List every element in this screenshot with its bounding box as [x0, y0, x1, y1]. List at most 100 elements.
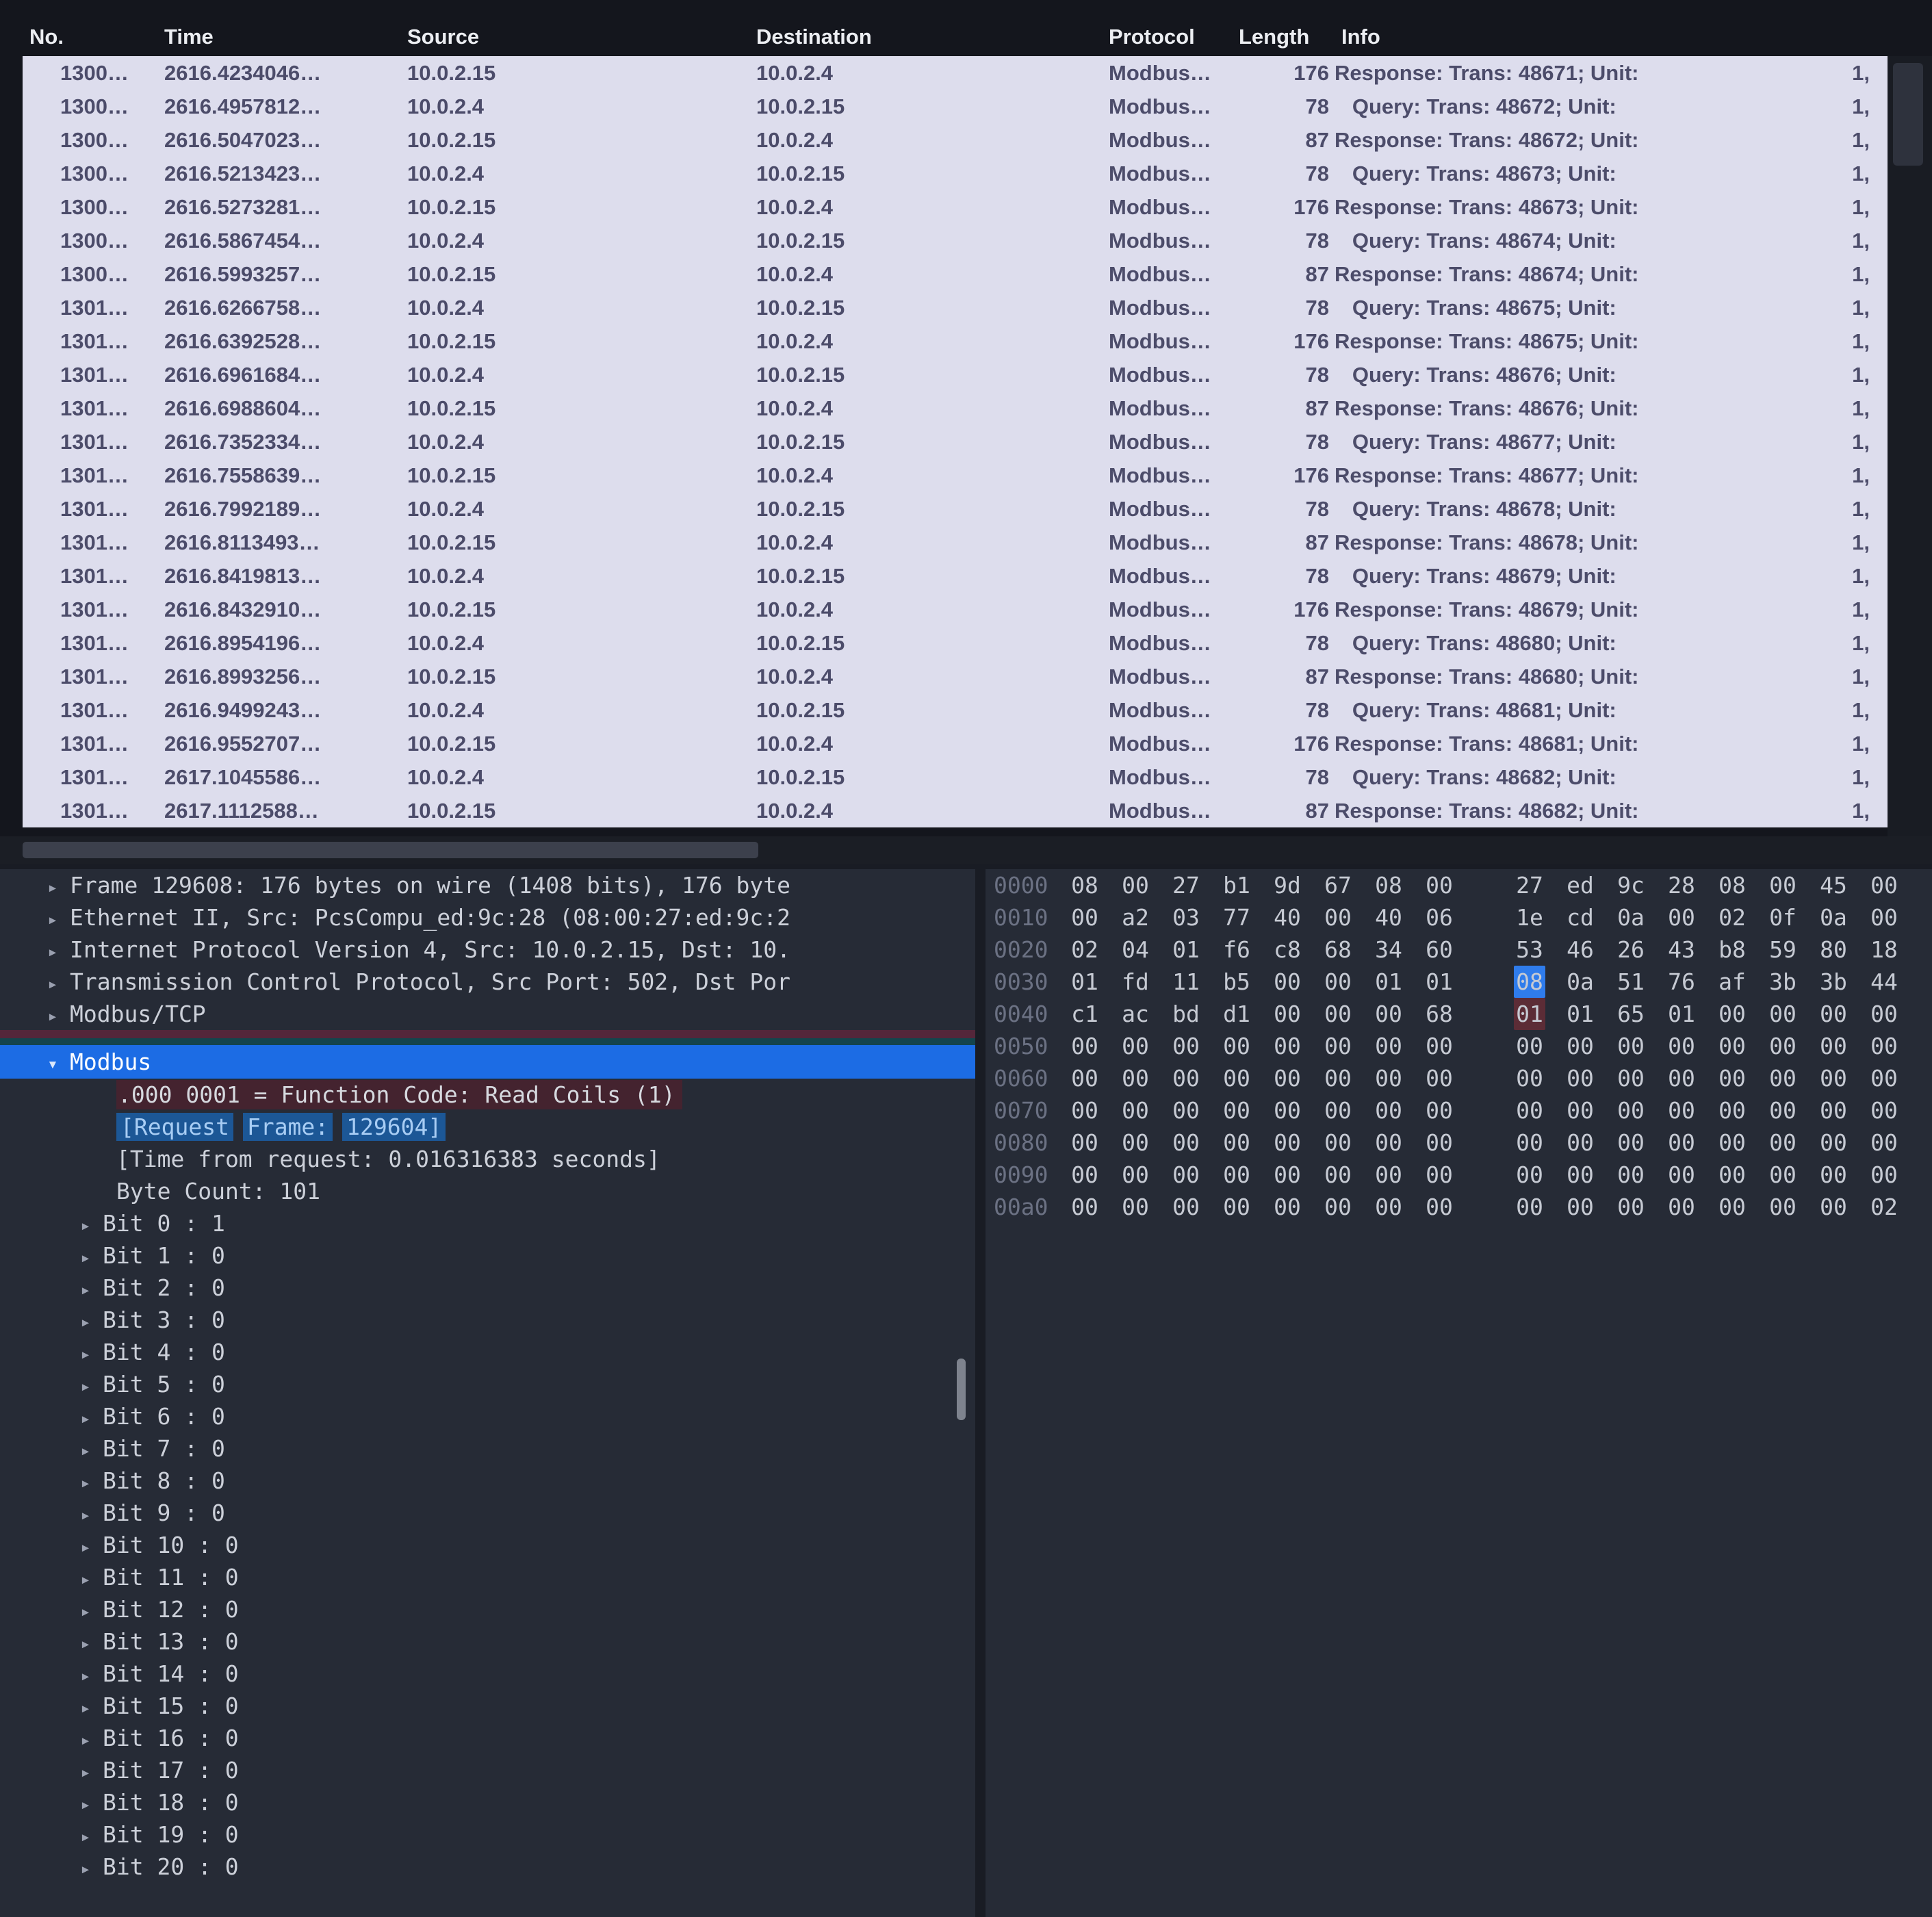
collapsed-arrow-icon[interactable]: ▸: [68, 1564, 103, 1593]
hex-byte[interactable]: 00: [1818, 1127, 1849, 1159]
packet-row[interactable]: 1300… 2616.5047023… 10.0.2.15 10.0.2.4 M…: [23, 123, 1888, 157]
packet-row[interactable]: 1301… 2616.8432910… 10.0.2.15 10.0.2.4 M…: [23, 593, 1888, 626]
hex-byte[interactable]: 00: [1170, 1030, 1202, 1062]
tree-row[interactable]: ▸Frame 129608: 176 bytes on wire (1408 b…: [0, 869, 975, 901]
hex-byte[interactable]: 00: [1716, 1062, 1748, 1094]
hex-byte[interactable]: 01: [1564, 998, 1596, 1030]
hex-byte[interactable]: 00: [1170, 1094, 1202, 1127]
hex-byte[interactable]: 00: [1818, 998, 1849, 1030]
hex-byte[interactable]: c8: [1272, 934, 1303, 966]
hex-byte[interactable]: 00: [1221, 1127, 1252, 1159]
hex-byte[interactable]: bd: [1170, 998, 1202, 1030]
collapsed-arrow-icon[interactable]: ▸: [36, 904, 70, 934]
hex-row[interactable]: 005000000000000000000000000000000000: [986, 1030, 1932, 1062]
detail-pane-scrollbar-thumb[interactable]: [957, 1359, 966, 1420]
packet-row[interactable]: 1300… 2616.5213423… 10.0.2.4 10.0.2.15 M…: [23, 157, 1888, 190]
tree-row[interactable]: ▸Modbus/TCP: [0, 998, 975, 1030]
hex-byte[interactable]: 44: [1868, 966, 1900, 998]
hex-byte[interactable]: 00: [1514, 1030, 1545, 1062]
hex-byte[interactable]: 00: [1120, 1191, 1151, 1223]
hex-byte[interactable]: 00: [1767, 1159, 1799, 1191]
column-header[interactable]: No.: [23, 25, 157, 49]
tree-row[interactable]: ▸Bit 2 : 0: [0, 1272, 975, 1304]
hex-byte[interactable]: cd: [1564, 901, 1596, 934]
hex-byte[interactable]: 00: [1424, 1191, 1455, 1223]
hex-byte[interactable]: 00: [1514, 1191, 1545, 1223]
packet-row[interactable]: 1301… 2616.6988604… 10.0.2.15 10.0.2.4 M…: [23, 391, 1888, 425]
hex-byte[interactable]: 40: [1272, 901, 1303, 934]
hex-byte[interactable]: 0a: [1615, 901, 1647, 934]
hex-byte[interactable]: 00: [1424, 1159, 1455, 1191]
collapsed-arrow-icon[interactable]: ▸: [68, 1339, 103, 1368]
hex-byte[interactable]: 08: [1069, 869, 1100, 901]
hex-byte[interactable]: 00: [1322, 966, 1354, 998]
hex-byte[interactable]: 08: [1514, 966, 1545, 998]
hex-byte[interactable]: 00: [1666, 1191, 1697, 1223]
hex-byte[interactable]: 01: [1069, 966, 1100, 998]
hex-row[interactable]: 0000080027b19d67080027ed9c2808004500: [986, 869, 1932, 901]
hex-byte[interactable]: 00: [1666, 1062, 1697, 1094]
collapsed-arrow-icon[interactable]: ▸: [68, 1757, 103, 1786]
hex-byte[interactable]: 00: [1615, 1191, 1647, 1223]
packet-row[interactable]: 1301… 2616.6392528… 10.0.2.15 10.0.2.4 M…: [23, 324, 1888, 358]
collapsed-arrow-icon[interactable]: ▸: [68, 1500, 103, 1529]
tree-row[interactable]: ▸Ethernet II, Src: PcsCompu_ed:9c:28 (08…: [0, 901, 975, 934]
hex-byte[interactable]: 00: [1716, 1127, 1748, 1159]
hex-byte[interactable]: 00: [1424, 1062, 1455, 1094]
hex-byte[interactable]: 46: [1564, 934, 1596, 966]
collapsed-arrow-icon[interactable]: ▸: [68, 1435, 103, 1465]
hex-byte[interactable]: 00: [1272, 1094, 1303, 1127]
hex-byte[interactable]: ac: [1120, 998, 1151, 1030]
request-frame-link[interactable]: 129604]: [342, 1113, 446, 1141]
hex-byte[interactable]: 00: [1322, 1062, 1354, 1094]
packet-row[interactable]: 1300… 2616.4234046… 10.0.2.15 10.0.2.4 M…: [23, 56, 1888, 90]
hex-byte[interactable]: 00: [1818, 1191, 1849, 1223]
tree-row[interactable]: ▸Bit 0 : 1: [0, 1207, 975, 1239]
hex-byte[interactable]: 00: [1322, 1191, 1354, 1223]
hex-byte[interactable]: 00: [1615, 1159, 1647, 1191]
collapsed-arrow-icon[interactable]: ▸: [68, 1274, 103, 1304]
collapsed-arrow-icon[interactable]: ▸: [36, 872, 70, 901]
hex-byte[interactable]: 00: [1514, 1127, 1545, 1159]
collapsed-arrow-icon[interactable]: ▸: [68, 1210, 103, 1239]
collapsed-arrow-icon[interactable]: ▸: [68, 1693, 103, 1722]
hex-byte[interactable]: 00: [1120, 1030, 1151, 1062]
hex-row[interactable]: 006000000000000000000000000000000000: [986, 1062, 1932, 1094]
packet-row[interactable]: 1300… 2616.4957812… 10.0.2.4 10.0.2.15 M…: [23, 90, 1888, 123]
hex-byte[interactable]: 68: [1424, 998, 1455, 1030]
hex-row[interactable]: 0020020401f6c868346053462643b8598018: [986, 934, 1932, 966]
hex-byte[interactable]: 00: [1221, 1062, 1252, 1094]
hex-byte[interactable]: 00: [1373, 1127, 1404, 1159]
hex-byte[interactable]: 00: [1069, 1159, 1100, 1191]
hex-byte[interactable]: 00: [1272, 1127, 1303, 1159]
hex-byte[interactable]: 00: [1120, 1159, 1151, 1191]
hex-byte[interactable]: 00: [1120, 1094, 1151, 1127]
tree-row[interactable]: .000 0001 = Function Code: Read Coils (1…: [0, 1079, 975, 1111]
packet-row[interactable]: 1301… 2616.7558639… 10.0.2.15 10.0.2.4 M…: [23, 459, 1888, 492]
hex-byte[interactable]: 76: [1666, 966, 1697, 998]
hex-byte[interactable]: 0f: [1767, 901, 1799, 934]
hex-byte[interactable]: 59: [1767, 934, 1799, 966]
collapsed-arrow-icon[interactable]: ▸: [36, 936, 70, 966]
collapsed-arrow-icon[interactable]: ▸: [68, 1725, 103, 1754]
hex-byte[interactable]: 00: [1868, 1030, 1900, 1062]
hex-byte[interactable]: 00: [1666, 1094, 1697, 1127]
hex-byte[interactable]: 00: [1424, 869, 1455, 901]
hex-byte[interactable]: b8: [1716, 934, 1748, 966]
hex-byte[interactable]: 00: [1868, 1062, 1900, 1094]
tree-row[interactable]: ▸Bit 19 : 0: [0, 1818, 975, 1851]
hex-byte[interactable]: 00: [1322, 1030, 1354, 1062]
hex-byte[interactable]: 00: [1170, 1159, 1202, 1191]
hex-byte[interactable]: 08: [1373, 869, 1404, 901]
expanded-arrow-icon[interactable]: ▾: [36, 1048, 70, 1079]
hex-byte[interactable]: 01: [1514, 998, 1545, 1030]
hex-byte[interactable]: 00: [1564, 1191, 1596, 1223]
hex-byte[interactable]: 00: [1514, 1062, 1545, 1094]
hex-byte[interactable]: 00: [1564, 1094, 1596, 1127]
hex-byte[interactable]: b5: [1221, 966, 1252, 998]
collapsed-arrow-icon[interactable]: ▸: [68, 1628, 103, 1658]
hex-byte[interactable]: af: [1716, 966, 1748, 998]
hex-byte[interactable]: 00: [1666, 1030, 1697, 1062]
hex-byte[interactable]: 00: [1818, 1159, 1849, 1191]
hex-byte[interactable]: 65: [1615, 998, 1647, 1030]
